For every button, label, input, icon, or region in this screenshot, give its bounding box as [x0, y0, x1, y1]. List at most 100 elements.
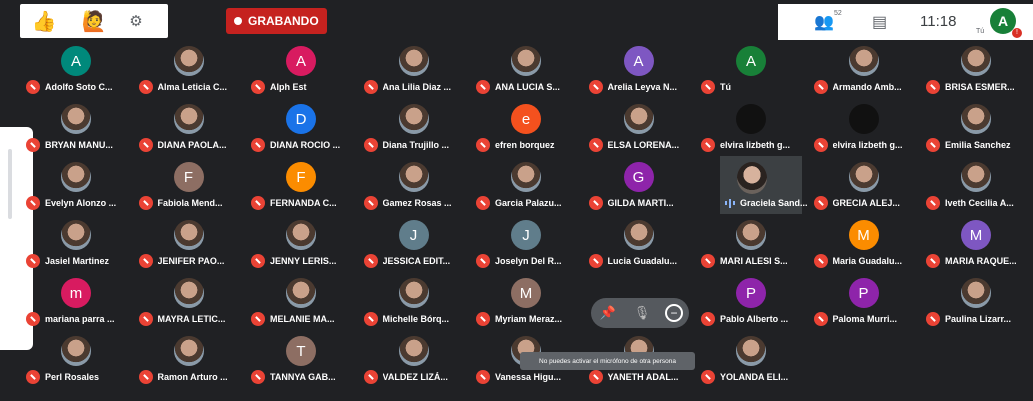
self-avatar-initial: A: [997, 13, 1009, 29]
chat-icon[interactable]: ▤: [872, 12, 887, 32]
avatar: M: [511, 278, 541, 308]
participant-tile[interactable]: BRYAN MANU...: [20, 98, 132, 158]
mic-muted-icon: [26, 196, 40, 210]
participant-tile[interactable]: A Alph Est: [245, 40, 357, 100]
participant-tile[interactable]: YOLANDA ELI...: [695, 330, 807, 390]
participant-tile[interactable]: BRISA ESMER...: [920, 40, 1032, 100]
mic-off-icon[interactable]: 🎙: [631, 302, 653, 324]
speaking-icon: [725, 198, 735, 208]
participant-tile[interactable]: Iveth Cecilia A...: [920, 156, 1032, 216]
participant-name-row: Emilia Sanchez: [926, 138, 1032, 152]
settings-icon[interactable]: ⚙: [124, 9, 148, 33]
people-icon[interactable]: 👥: [814, 12, 834, 32]
participant-tile[interactable]: Diana Trujillo ...: [358, 98, 470, 158]
participant-name: MAYRA LETIC...: [157, 314, 226, 324]
mic-muted-icon: [476, 254, 490, 268]
scrollbar[interactable]: [8, 149, 12, 219]
participant-tile[interactable]: GRECIA ALEJ...: [808, 156, 920, 216]
mic-muted-icon: [476, 196, 490, 210]
participant-tile[interactable]: Graciela Sand...: [695, 156, 808, 216]
mic-muted-icon: [588, 254, 603, 268]
thumbs-up-icon[interactable]: 👍: [32, 9, 57, 33]
remove-icon[interactable]: −: [665, 304, 683, 322]
participant-tile[interactable]: F Fabiola Mend...: [133, 156, 245, 216]
self-label: Tú: [976, 28, 985, 35]
participant-tile[interactable]: P Paloma Murri...: [808, 272, 920, 332]
mic-muted-icon: [138, 138, 153, 152]
participant-tile[interactable]: Perl Rosales: [20, 330, 132, 390]
participant-tile[interactable]: MELANIE MA...: [245, 272, 357, 332]
participant-tile[interactable]: Paulina Lizarr...: [920, 272, 1032, 332]
participant-tile[interactable]: MAYRA LETIC...: [133, 272, 245, 332]
participant-name: Alma Leticia C...: [157, 82, 228, 92]
participant-tile[interactable]: P Pablo Alberto ...: [695, 272, 807, 332]
participant-tile[interactable]: A Tú: [695, 40, 807, 100]
participant-tile[interactable]: Ramon Arturo ...: [133, 330, 245, 390]
participant-tile[interactable]: A Arelia Leyva N...: [583, 40, 695, 100]
participant-name-row: Myriam Meraz...: [476, 312, 582, 326]
avatar: [173, 46, 204, 76]
participant-name-row: MARIA RAQUE...: [926, 254, 1032, 268]
participant-tile[interactable]: T TANNYA GAB...: [245, 330, 357, 390]
participant-name: DIANA ROCIO ...: [270, 140, 341, 150]
participant-tile[interactable]: VALDEZ LIZÁ...: [358, 330, 470, 390]
participant-tile[interactable]: Lucia Guadalu...: [583, 214, 695, 274]
participant-tile[interactable]: elvira lizbeth g...: [808, 98, 920, 158]
participant-tile[interactable]: Ana Lilia Diaz ...: [358, 40, 470, 100]
participant-name: YANETH ADAL...: [607, 372, 679, 382]
participant-name-row: ELSA LORENA...: [588, 138, 695, 152]
participant-tile[interactable]: Gamez Rosas ...: [358, 156, 470, 216]
participant-name-row: Ramon Arturo ...: [138, 370, 245, 384]
mic-muted-icon: [138, 254, 153, 268]
participant-tile[interactable]: J Joselyn Del R...: [470, 214, 582, 274]
participant-tile[interactable]: M Myriam Meraz...: [470, 272, 582, 332]
avatar: [848, 46, 879, 76]
participant-name-row: Vanessa Higu...: [476, 370, 582, 384]
participant-name-row: Garcia Palazu...: [476, 196, 582, 210]
participant-name-row: elvira lizbeth g...: [813, 138, 920, 152]
avatar: [961, 104, 991, 134]
avatar: [848, 104, 879, 134]
avatar: D: [286, 104, 316, 134]
pin-icon[interactable]: 📌: [597, 302, 619, 324]
participant-tile[interactable]: Garcia Palazu...: [470, 156, 582, 216]
raise-hand-icon[interactable]: 🙋: [82, 9, 107, 33]
participant-tile[interactable]: Armando Amb...: [808, 40, 920, 100]
avatar: [173, 278, 204, 308]
participant-tile[interactable]: JENIFER PAO...: [133, 214, 245, 274]
participant-grid: A Adolfo Soto C... Alma Leticia C... A Alph …: [20, 40, 1033, 401]
avatar: A: [623, 46, 654, 76]
participant-tile[interactable]: M Maria Guadalu...: [808, 214, 920, 274]
participant-tile[interactable]: M MARIA RAQUE...: [920, 214, 1032, 274]
participant-name: MELANIE MA...: [270, 314, 335, 324]
avatar: [623, 104, 654, 134]
participant-tile[interactable]: Jasiel Martinez: [20, 214, 132, 274]
participant-tile[interactable]: elvira lizbeth g...: [695, 98, 807, 158]
mic-muted-icon: [926, 254, 940, 268]
participant-tile[interactable]: A Adolfo Soto C...: [20, 40, 132, 100]
participant-tile[interactable]: DIANA PAOLA...: [133, 98, 245, 158]
participant-tile[interactable]: m mariana parra ...: [20, 272, 132, 332]
participant-tile[interactable]: ELSA LORENA...: [583, 98, 695, 158]
avatar: J: [511, 220, 541, 250]
mic-muted-icon: [701, 370, 715, 384]
participant-tile[interactable]: ANA LUCIA S...: [470, 40, 582, 100]
participant-tile[interactable]: Emilia Sanchez: [920, 98, 1032, 158]
participant-tile[interactable]: G GILDA MARTI...: [583, 156, 695, 216]
participant-name-row: JESSICA EDIT...: [363, 254, 470, 268]
participant-tile[interactable]: e efren borquez: [470, 98, 582, 158]
avatar: [398, 278, 429, 308]
participant-tile[interactable]: Alma Leticia C...: [133, 40, 245, 100]
avatar: [961, 46, 991, 76]
participant-name: Graciela Sand...: [740, 198, 808, 208]
participant-name-row: Jasiel Martinez: [26, 254, 132, 268]
participant-tile[interactable]: Michelle Bórq...: [358, 272, 470, 332]
mic-muted-icon: [701, 80, 715, 94]
participant-tile[interactable]: D DIANA ROCIO ...: [245, 98, 357, 158]
participant-tile[interactable]: J JESSICA EDIT...: [358, 214, 470, 274]
participant-tile[interactable]: MARI ALESI S...: [695, 214, 807, 274]
participant-tile[interactable]: F FERNANDA C...: [245, 156, 357, 216]
participant-tile[interactable]: JENNY LERIS...: [245, 214, 357, 274]
participant-tile[interactable]: Evelyn Alonzo ...: [20, 156, 132, 216]
mic-muted-icon: [476, 312, 490, 326]
